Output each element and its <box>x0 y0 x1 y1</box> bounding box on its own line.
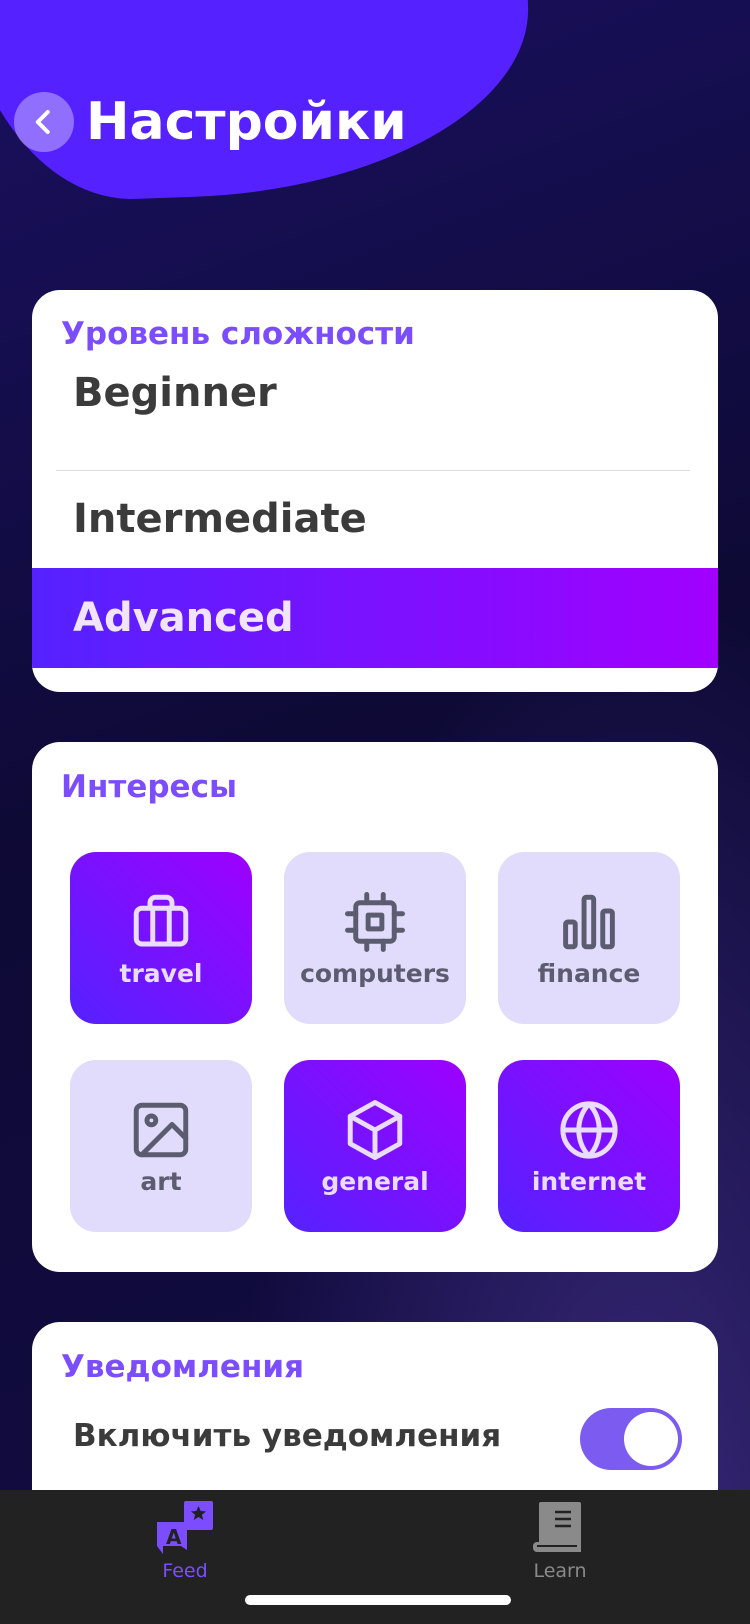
chevron-left-icon <box>35 110 50 134</box>
interest-tile-internet[interactable]: internet <box>498 1060 680 1232</box>
interest-label: finance <box>537 958 641 988</box>
interest-tile-general[interactable]: general <box>284 1060 466 1232</box>
interest-label: general <box>321 1166 429 1196</box>
globe-icon <box>560 1100 618 1159</box>
level-option-intermediate[interactable]: Intermediate <box>32 471 718 567</box>
translate-icon: A <box>157 1501 213 1554</box>
interest-tile-finance[interactable]: finance <box>498 852 680 1024</box>
level-option-label: Intermediate <box>73 496 367 542</box>
level-option-label: Beginner <box>73 370 277 416</box>
cube-icon <box>347 1099 403 1160</box>
tab-feed[interactable]: A Feed <box>155 1500 215 1582</box>
back-button[interactable] <box>14 92 74 152</box>
notifications-title: Уведомления <box>61 1349 304 1385</box>
book-icon <box>533 1502 581 1552</box>
interest-label: internet <box>531 1166 647 1196</box>
header: Настройки <box>14 92 407 152</box>
level-option-beginner[interactable]: Beginner <box>32 345 718 441</box>
image-icon <box>133 1102 189 1157</box>
interest-tile-art[interactable]: art <box>70 1060 252 1232</box>
interest-tile-computers[interactable]: computers <box>284 852 466 1024</box>
page-title: Настройки <box>86 92 407 152</box>
interest-label: art <box>140 1166 182 1196</box>
enable-notifications-label: Включить уведомления <box>73 1418 502 1454</box>
interest-label: computers <box>300 958 450 988</box>
home-indicator <box>245 1595 511 1605</box>
level-option-label: Advanced <box>73 595 294 641</box>
level-option-advanced[interactable]: Advanced <box>32 568 718 668</box>
bar-chart-icon <box>563 894 615 949</box>
notifications-toggle[interactable] <box>580 1408 682 1470</box>
briefcase-icon <box>133 894 189 946</box>
svg-text:A: A <box>166 1525 182 1549</box>
tab-label: Feed <box>162 1560 208 1582</box>
toggle-knob <box>624 1412 678 1466</box>
interests-card: Интересы travel computers finance art ge… <box>32 742 718 1272</box>
difficulty-card: Уровень сложности Beginner Intermediate … <box>32 290 718 692</box>
interest-tile-travel[interactable]: travel <box>70 852 252 1024</box>
cpu-icon <box>345 891 405 952</box>
interests-title: Интересы <box>61 769 237 805</box>
tab-label: Learn <box>533 1560 587 1582</box>
tab-learn[interactable]: Learn <box>531 1500 589 1582</box>
interest-label: travel <box>119 958 203 988</box>
